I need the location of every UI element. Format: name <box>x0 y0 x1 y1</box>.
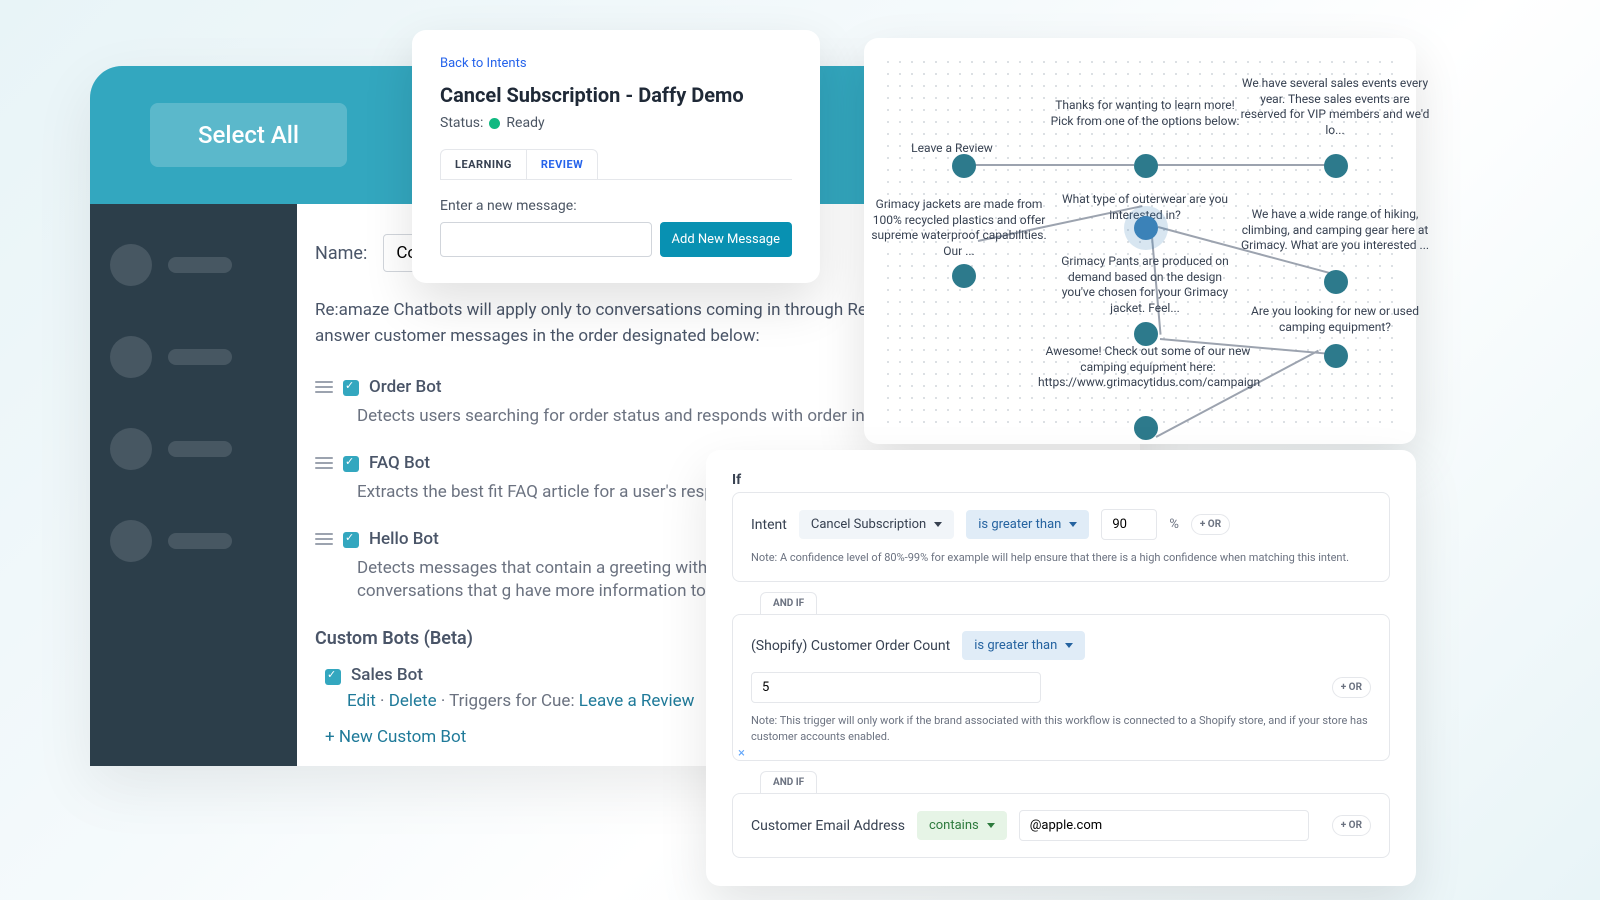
operator-dropdown[interactable]: is greater than <box>966 510 1089 539</box>
status-dot-icon <box>489 118 500 129</box>
note-text: Note: A confidence level of 80%-99% for … <box>751 550 1371 565</box>
message-input-label: Enter a new message: <box>440 198 792 214</box>
sidebar <box>90 204 297 766</box>
tab-learning[interactable]: LEARNING <box>441 150 526 179</box>
avatar-placeholder <box>110 336 152 378</box>
intent-dropdown[interactable]: Cancel Subscription <box>799 510 954 539</box>
flow-canvas[interactable]: Leave a Review Thanks for wanting to lea… <box>882 56 1398 426</box>
node-label: We have a wide range of hiking, climbing… <box>1240 207 1430 254</box>
flow-node-selected[interactable] <box>1134 216 1158 240</box>
sidebar-item[interactable] <box>110 336 277 378</box>
condition-card: (Shopify) Customer Order Count is greate… <box>732 614 1390 761</box>
intent-title: Cancel Subscription - Daffy Demo <box>440 83 792 107</box>
avatar-placeholder <box>110 520 152 562</box>
field-label: Customer Email Address <box>751 818 905 834</box>
flow-node[interactable] <box>1134 154 1158 178</box>
condition-builder-panel: If × Intent Cancel Subscription is great… <box>706 450 1416 886</box>
text-placeholder <box>168 257 232 273</box>
status-label: Status: <box>440 115 483 131</box>
and-if-tag: AND IF <box>760 592 817 615</box>
add-or-button[interactable]: + OR <box>1332 677 1371 698</box>
intent-editor-card: Back to Intents Cancel Subscription - Da… <box>412 30 820 283</box>
divider <box>440 179 792 180</box>
checkbox[interactable] <box>343 532 359 548</box>
add-or-button[interactable]: + OR <box>1332 815 1371 836</box>
node-label: Grimacy jackets are made from 100% recyc… <box>864 197 1054 259</box>
node-label: Are you looking for new or used camping … <box>1240 304 1430 335</box>
sidebar-item[interactable] <box>110 244 277 286</box>
chevron-down-icon <box>934 522 942 527</box>
edit-link[interactable]: Edit <box>347 691 376 711</box>
add-or-button[interactable]: + OR <box>1191 514 1230 535</box>
chevron-down-icon <box>1069 522 1077 527</box>
delete-link[interactable]: Delete <box>389 691 437 711</box>
order-count-input[interactable] <box>751 672 1041 703</box>
flow-node[interactable] <box>952 154 976 178</box>
flow-node[interactable] <box>1324 154 1348 178</box>
flow-edge <box>964 164 1134 166</box>
bot-title: FAQ Bot <box>369 453 430 473</box>
bot-title: Hello Bot <box>369 529 439 549</box>
flow-node[interactable] <box>952 264 976 288</box>
add-new-message-button[interactable]: Add New Message <box>660 222 792 257</box>
node-label: Grimacy Pants are produced on demand bas… <box>1050 254 1240 316</box>
percent-label: % <box>1169 517 1179 532</box>
drag-handle-icon[interactable] <box>315 457 333 469</box>
condition-card: Intent Cancel Subscription is greater th… <box>732 492 1390 582</box>
note-text: Note: This trigger will only work if the… <box>751 713 1371 744</box>
avatar-placeholder <box>110 428 152 470</box>
new-message-input[interactable] <box>440 222 652 257</box>
checkbox[interactable] <box>343 456 359 472</box>
trigger-link[interactable]: Leave a Review <box>579 691 695 711</box>
operator-dropdown[interactable]: is greater than <box>962 631 1085 660</box>
drag-handle-icon[interactable] <box>315 381 333 393</box>
flow-node[interactable] <box>1134 322 1158 346</box>
flow-node[interactable] <box>1324 270 1348 294</box>
confidence-input[interactable] <box>1101 509 1157 540</box>
flow-node[interactable] <box>1324 344 1348 368</box>
custom-bot-title: Sales Bot <box>351 665 423 685</box>
checkbox[interactable] <box>325 669 341 685</box>
node-label: Thanks for wanting to learn more! Pick f… <box>1050 98 1240 129</box>
sidebar-item[interactable] <box>110 428 277 470</box>
name-label: Name: <box>315 243 367 264</box>
back-to-intents-link[interactable]: Back to Intents <box>440 56 792 71</box>
chevron-down-icon <box>1065 643 1073 648</box>
field-label: (Shopify) Customer Order Count <box>751 638 950 654</box>
drag-handle-icon[interactable] <box>315 533 333 545</box>
select-all-button[interactable]: Select All <box>150 103 347 167</box>
checkbox[interactable] <box>343 380 359 396</box>
triggers-label: Triggers for Cue: <box>449 691 574 711</box>
email-value-input[interactable] <box>1019 810 1309 841</box>
node-label: Leave a Review <box>872 141 1032 157</box>
flow-edge <box>1157 164 1327 166</box>
flow-node[interactable] <box>1134 416 1158 440</box>
text-placeholder <box>168 441 232 457</box>
flow-diagram-panel: Leave a Review Thanks for wanting to lea… <box>864 38 1416 444</box>
and-if-tag: AND IF <box>760 771 817 794</box>
condition-card: Customer Email Address contains + OR <box>732 793 1390 858</box>
sidebar-item[interactable] <box>110 520 277 562</box>
status-value: Ready <box>506 115 544 131</box>
separator: · <box>380 691 389 711</box>
node-label: Awesome! Check out some of our new campi… <box>1038 344 1258 391</box>
remove-condition-icon[interactable]: × <box>738 746 745 761</box>
if-label: If <box>732 472 1390 488</box>
field-label: Intent <box>751 517 787 533</box>
text-placeholder <box>168 533 232 549</box>
node-label: We have several sales events every year.… <box>1240 76 1430 138</box>
separator: · <box>441 691 449 711</box>
text-placeholder <box>168 349 232 365</box>
bot-title: Order Bot <box>369 377 442 397</box>
tab-review[interactable]: REVIEW <box>526 150 597 179</box>
chevron-down-icon <box>987 823 995 828</box>
operator-dropdown[interactable]: contains <box>917 811 1007 840</box>
avatar-placeholder <box>110 244 152 286</box>
